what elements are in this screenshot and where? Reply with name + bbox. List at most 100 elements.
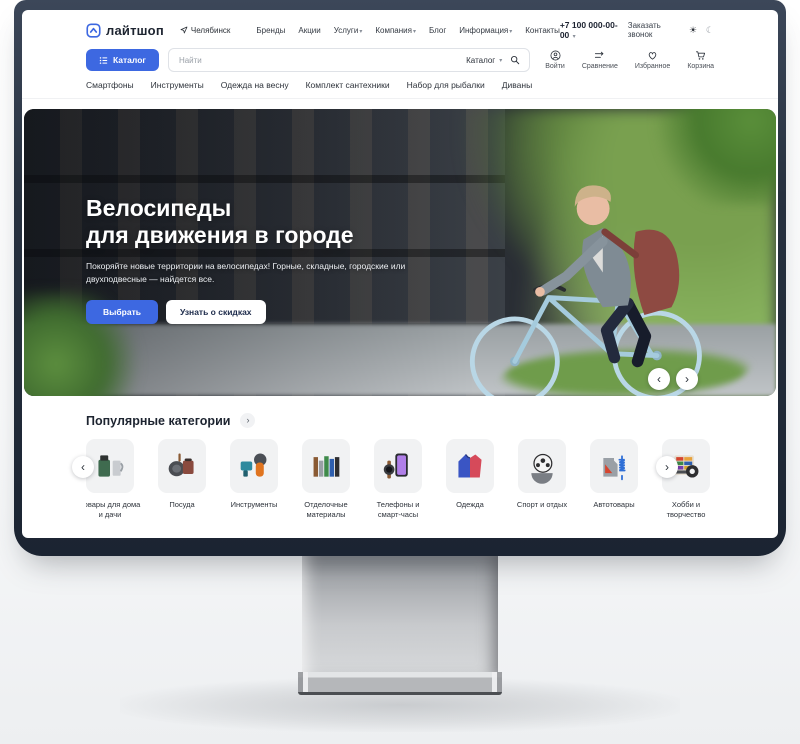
location-icon <box>180 26 188 34</box>
popular-categories-section: Популярные категории › ‹ › <box>22 413 778 520</box>
categories-heading: Популярные категории <box>86 414 230 428</box>
category-tile <box>518 439 566 493</box>
heart-icon <box>647 50 658 61</box>
category-label: Одежда <box>437 500 503 510</box>
quick-link-sofas[interactable]: Диваны <box>502 80 532 90</box>
compare-button[interactable]: Сравнение <box>582 50 618 70</box>
logo[interactable]: лайтшоп <box>86 23 164 38</box>
category-label: Автотовары <box>581 500 647 510</box>
category-card-clothes[interactable]: Одежда <box>446 439 494 520</box>
category-tile <box>230 439 278 493</box>
category-icon-cookware <box>166 448 198 484</box>
category-card-phones-smartwatches[interactable]: Телефоны и смарт-часы <box>374 439 422 520</box>
hero-title-line1: Велосипеды <box>86 195 231 221</box>
catalog-menu-icon <box>99 56 108 65</box>
light-theme-icon[interactable]: ☀ <box>689 25 697 36</box>
theme-toggles: ☀ ☾ <box>689 25 714 36</box>
hero-leaves-foreground <box>646 109 776 205</box>
category-card-cookware[interactable]: Посуда <box>158 439 206 520</box>
hero-prev-button[interactable]: ‹ <box>648 368 670 390</box>
category-label: Хобби и творчество <box>653 500 714 520</box>
category-label: Спорт и отдых <box>509 500 575 510</box>
compare-icon <box>594 50 605 61</box>
quick-link-tools[interactable]: Инструменты <box>151 80 204 90</box>
city-label: Челябинск <box>191 26 230 35</box>
hero-title-line2: для движения в городе <box>86 222 354 248</box>
phone-number[interactable]: +7 100 000-00-00 ▾ <box>560 20 618 40</box>
top-bar: лайтшоп Челябинск Бренды Акции Услуги▾ К… <box>22 18 778 42</box>
search-submit-button[interactable] <box>510 55 529 65</box>
category-icon-finishing-materials <box>310 448 342 484</box>
catalog-button[interactable]: Каталог <box>86 49 159 71</box>
site-page: лайтшоп Челябинск Бренды Акции Услуги▾ К… <box>22 18 778 538</box>
category-card-finishing-materials[interactable]: Отделочные материалы <box>302 439 350 520</box>
cart-button[interactable]: Корзина <box>687 50 714 70</box>
monitor-stand <box>302 556 498 672</box>
category-card-home-garden[interactable]: Товары для дома и дачи <box>86 439 134 520</box>
request-call-link[interactable]: Заказать звонок <box>628 21 675 39</box>
nav-services[interactable]: Услуги▾ <box>334 26 363 35</box>
categories-heading-arrow[interactable]: › <box>240 413 255 428</box>
nav-company[interactable]: Компания▾ <box>375 26 416 35</box>
logo-text: лайтшоп <box>106 23 164 38</box>
quick-link-smartphones[interactable]: Смартфоны <box>86 80 134 90</box>
category-card-sport[interactable]: Спорт и отдых <box>518 439 566 520</box>
categories-prev-button[interactable]: ‹ <box>72 456 94 478</box>
category-icon-sport <box>526 448 558 484</box>
user-icon <box>550 50 561 61</box>
hero-subtitle: Покоряйте новые территории на велосипеда… <box>86 260 416 286</box>
category-icon-home-garden <box>94 448 126 484</box>
dark-theme-icon[interactable]: ☾ <box>706 25 714 36</box>
header-actions: Войти Сравнение <box>545 50 714 70</box>
quick-link-spring-clothes[interactable]: Одежда на весну <box>221 80 289 90</box>
category-label: Посуда <box>149 500 215 510</box>
quick-link-fishing-kit[interactable]: Набор для рыбалки <box>407 80 485 90</box>
login-button[interactable]: Войти <box>545 50 565 70</box>
nav-services-label: Услуги <box>334 26 359 35</box>
catalog-button-label: Каталог <box>113 55 146 65</box>
nav-brands[interactable]: Бренды <box>256 26 285 35</box>
category-card-tools[interactable]: Инструменты <box>230 439 278 520</box>
category-tile <box>590 439 638 493</box>
search-bar: Каталог ▾ <box>168 48 530 72</box>
nav-info[interactable]: Информация▾ <box>459 26 512 35</box>
category-icon-clothes <box>454 448 486 484</box>
chevron-down-icon: ▾ <box>499 57 502 64</box>
city-selector[interactable]: Челябинск <box>180 26 230 35</box>
phone-block: +7 100 000-00-00 ▾ Заказать звонок <box>560 20 675 40</box>
search-icon <box>510 55 520 65</box>
category-icon-auto <box>598 448 630 484</box>
category-label: Инструменты <box>221 500 287 510</box>
category-tile <box>446 439 494 493</box>
page-background: лайтшоп Челябинск Бренды Акции Услуги▾ К… <box>0 0 800 744</box>
main-nav: Бренды Акции Услуги▾ Компания▾ Блог Инфо… <box>256 26 559 35</box>
search-scope-label: Каталог <box>466 56 495 65</box>
monitor-frame: лайтшоп Челябинск Бренды Акции Услуги▾ К… <box>14 0 786 556</box>
quick-link-plumbing-kit[interactable]: Комплект сантехники <box>306 80 390 90</box>
hero-next-button[interactable]: › <box>676 368 698 390</box>
categories-header: Популярные категории › <box>86 413 714 428</box>
hero-choose-button[interactable]: Выбрать <box>86 300 158 324</box>
category-card-hobby[interactable]: Хобби и творчество <box>662 439 710 520</box>
search-row: Каталог Каталог ▾ <box>22 49 778 71</box>
nav-blog[interactable]: Блог <box>429 26 446 35</box>
hero-discounts-button[interactable]: Узнать о скидках <box>166 300 266 324</box>
category-tile <box>302 439 350 493</box>
nav-company-label: Компания <box>375 26 412 35</box>
search-input[interactable] <box>169 56 466 65</box>
search-scope-select[interactable]: Каталог ▾ <box>466 56 510 65</box>
categories-carousel: ‹ › <box>86 439 714 520</box>
hero-title: Велосипеды для движения в городе <box>86 195 416 249</box>
nav-contacts[interactable]: Контакты <box>525 26 560 35</box>
chevron-down-icon: ▾ <box>509 29 512 35</box>
hero-buttons: Выбрать Узнать о скидках <box>86 300 416 324</box>
category-card-auto[interactable]: Автотовары <box>590 439 638 520</box>
nav-promos[interactable]: Акции <box>298 26 320 35</box>
category-tile <box>158 439 206 493</box>
chevron-down-icon: ▾ <box>359 29 362 35</box>
favorites-button[interactable]: Избранное <box>635 50 670 70</box>
login-label: Войти <box>545 63 565 70</box>
browser-screen: лайтшоп Челябинск Бренды Акции Услуги▾ К… <box>22 10 778 538</box>
categories-next-button[interactable]: › <box>656 456 678 478</box>
category-icon-phones-smartwatches <box>382 448 414 484</box>
